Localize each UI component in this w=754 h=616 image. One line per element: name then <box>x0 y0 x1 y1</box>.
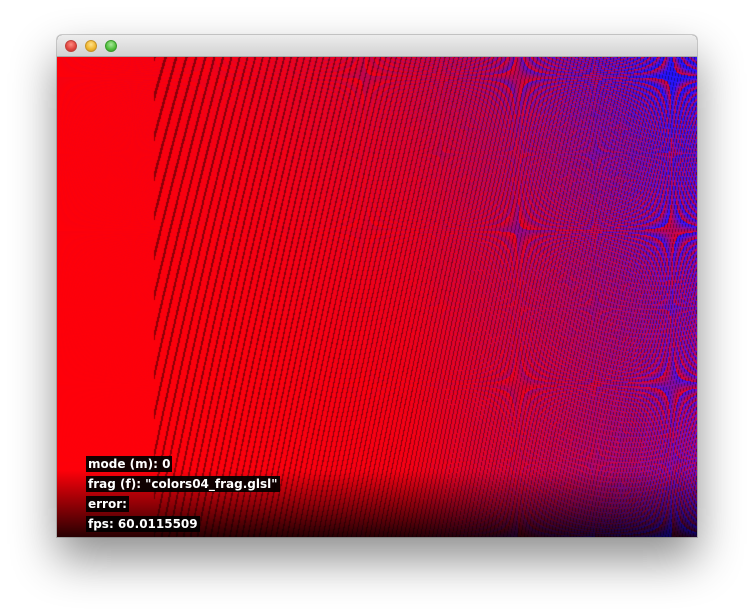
mode-status-line: mode (m): 0 <box>86 454 280 474</box>
frag-status-text: frag (f): "colors04_frag.glsl" <box>86 476 280 492</box>
fps-status-line: fps: 60.0115509 <box>86 514 280 534</box>
title-bar[interactable] <box>57 35 697 57</box>
error-status-text: error: <box>86 496 129 512</box>
close-icon[interactable] <box>65 40 77 52</box>
minimize-icon[interactable] <box>85 40 97 52</box>
app-window: mode (m): 0 frag (f): "colors04_frag.gls… <box>57 35 697 537</box>
zoom-icon[interactable] <box>105 40 117 52</box>
frag-status-line: frag (f): "colors04_frag.glsl" <box>86 474 280 494</box>
fps-status-text: fps: 60.0115509 <box>86 516 200 532</box>
error-status-line: error: <box>86 494 280 514</box>
debug-overlay: mode (m): 0 frag (f): "colors04_frag.gls… <box>86 454 280 534</box>
mode-status-text: mode (m): 0 <box>86 456 173 472</box>
